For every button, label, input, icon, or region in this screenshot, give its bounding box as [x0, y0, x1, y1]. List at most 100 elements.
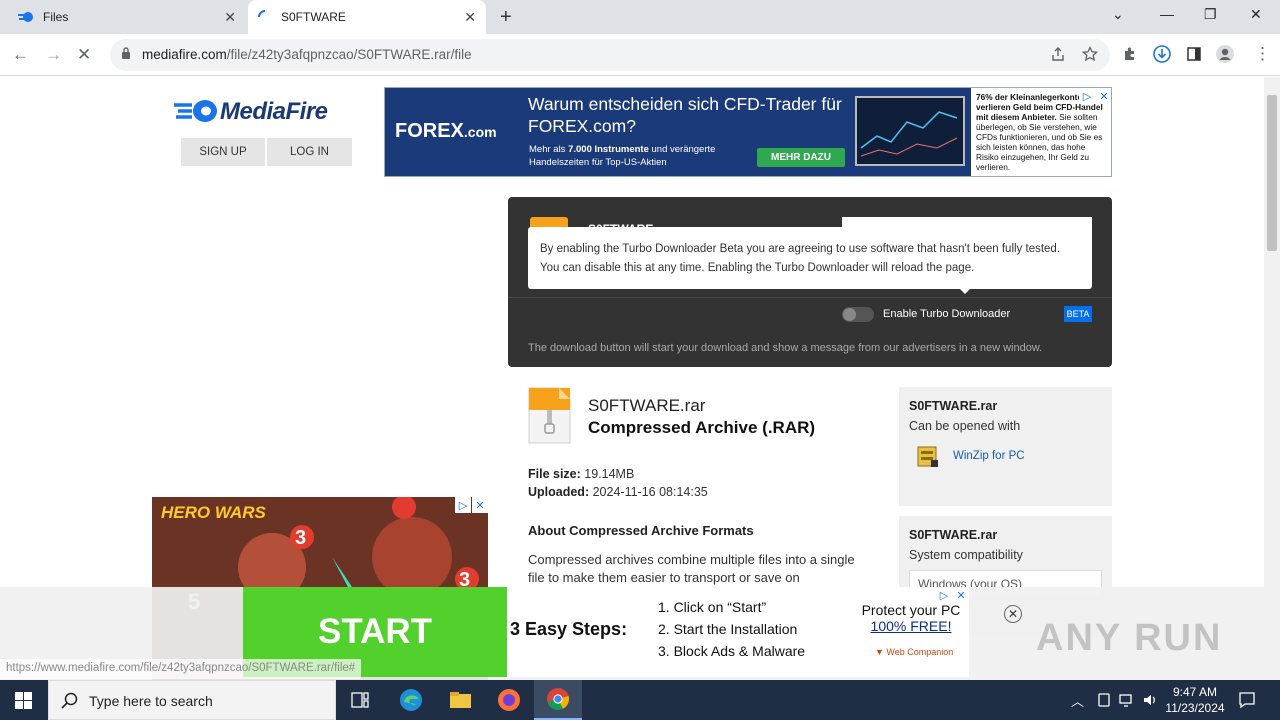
- lock-icon[interactable]: [121, 47, 131, 59]
- mediafire-flame-icon: [174, 100, 217, 122]
- ad-cta-button[interactable]: MEHR DAZU: [757, 148, 845, 167]
- forex-ad-banner[interactable]: FOREX.com Warum entscheiden sich CFD-Tra…: [384, 87, 1112, 177]
- file-uploaded: Uploaded: 2024-11-16 08:14:35: [528, 485, 708, 499]
- file-size: File size: 19.14MB: [528, 467, 634, 481]
- volume-icon[interactable]: [1142, 692, 1158, 708]
- share-icon[interactable]: [1050, 46, 1066, 62]
- tab-search-chevron-icon[interactable]: ⌄: [1112, 6, 1124, 23]
- url-host: mediafire.com: [142, 47, 227, 62]
- anyrun-watermark: ANY RUN: [1036, 617, 1223, 659]
- taskbar-search-box[interactable]: Type here to search: [48, 680, 336, 720]
- step-item: 3. Block Ads & Malware: [658, 643, 806, 659]
- web-companion-logo: ▼ Web Companion: [875, 647, 954, 657]
- winzip-label: WinZip for PC: [953, 450, 1025, 462]
- clock-time: 9:47 AM: [1172, 685, 1218, 699]
- close-sticky-ad-icon[interactable]: ✕: [1004, 605, 1022, 623]
- card-label: System compatibility: [909, 548, 1023, 562]
- file-size-label: File size:: [528, 467, 581, 481]
- profile-avatar-icon[interactable]: [1215, 44, 1235, 64]
- loading-spinner-icon: [258, 10, 266, 18]
- step-item: 1. Click on “Start”: [658, 599, 767, 615]
- search-icon: [61, 692, 78, 709]
- steps-list: 1. Click on “Start” 2. Start the Install…: [658, 596, 805, 662]
- opened-with-card: S0FTWARE.rar Can be opened with WinZip f…: [899, 387, 1112, 506]
- card-label: Can be opened with: [909, 419, 1021, 433]
- logo-text: MediaFire: [220, 98, 328, 125]
- page-scrollbar[interactable]: [1264, 77, 1280, 680]
- rar-file-icon: [528, 387, 571, 444]
- download-icon[interactable]: [1153, 45, 1171, 63]
- vendor-name: Web Companion: [886, 647, 954, 657]
- turbo-downloader-label: Enable Turbo Downloader: [883, 308, 1011, 320]
- hero-wars-logo: HERO WARS: [161, 503, 266, 522]
- back-icon[interactable]: ←: [12, 45, 29, 65]
- download-note: The download button will start your down…: [528, 342, 1043, 354]
- ad-close-icon[interactable]: ✕: [953, 587, 969, 603]
- notification-icon[interactable]: [1238, 691, 1256, 709]
- clock-date: 11/23/2024: [1165, 701, 1225, 715]
- restore-icon[interactable]: ❐: [1204, 6, 1217, 23]
- extensions-icon[interactable]: [1122, 46, 1138, 62]
- windows-start-icon[interactable]: [15, 692, 32, 709]
- scrollbar-thumb[interactable]: [1267, 95, 1277, 251]
- task-view-icon[interactable]: [345, 685, 375, 715]
- tab-title: S0FTWARE: [281, 10, 346, 24]
- file-explorer-icon[interactable]: [445, 685, 475, 715]
- adchoices-icon[interactable]: ▷: [455, 497, 471, 513]
- tray-device-icon[interactable]: [1096, 692, 1112, 708]
- page-viewport: MediaFire SIGN UP LOG IN FOREX.com Warum…: [0, 77, 1264, 680]
- winzip-link[interactable]: WinZip for PC: [909, 443, 1102, 469]
- step-item: 2. Start the Installation: [658, 621, 798, 637]
- mediafire-logo[interactable]: MediaFire: [172, 97, 352, 127]
- stop-loading-icon[interactable]: ✕: [77, 45, 91, 65]
- tab-strip: Files ✕ S0FTWARE ✕ + ⌄ — ❐ ✕: [0, 0, 1280, 34]
- firefox-icon[interactable]: [494, 685, 524, 715]
- file-name: S0FTWARE.rar: [588, 396, 706, 415]
- winzip-icon: [917, 446, 938, 467]
- chrome-icon: [547, 688, 570, 710]
- bookmark-star-icon[interactable]: [1082, 46, 1098, 62]
- side-panel-icon[interactable]: [1186, 46, 1202, 62]
- url-text: mediafire.com/file/z42ty3afqpnzcao/S0FTW…: [142, 47, 472, 62]
- file-type: Compressed Archive (.RAR): [588, 418, 816, 437]
- adchoices-icon[interactable]: ▷: [936, 587, 952, 603]
- file-uploaded-value: 2024-11-16 08:14:35: [592, 485, 708, 499]
- tab-files[interactable]: Files ✕: [8, 0, 246, 34]
- turbo-downloader-toggle[interactable]: [842, 307, 874, 322]
- tray-chevron-icon[interactable]: ︿: [1071, 691, 1084, 710]
- card-file-name: S0FTWARE.rar: [909, 528, 998, 542]
- steps-heading: 3 Easy Steps:: [510, 619, 628, 639]
- close-tab-icon[interactable]: ✕: [464, 9, 476, 26]
- free-line: 100% FREE!: [870, 618, 952, 634]
- url-path: /file/z42ty3afqpnzcao/S0FTWARE.rar/file: [226, 47, 472, 62]
- forward-icon[interactable]: →: [45, 45, 62, 65]
- toggle-knob: [843, 308, 856, 321]
- ad-sub-bold: 7.000 Instrumente: [568, 144, 649, 155]
- address-bar[interactable]: mediafire.com/file/z42ty3afqpnzcao/S0FTW…: [110, 39, 1110, 71]
- tab-software[interactable]: S0FTWARE ✕: [248, 0, 486, 34]
- file-size-value: 19.14MB: [584, 467, 635, 481]
- log-in-button[interactable]: LOG IN: [267, 138, 352, 166]
- browser-toolbar: ← → ✕ mediafire.com/file/z42ty3afqpnzcao…: [0, 34, 1280, 76]
- new-tab-icon[interactable]: +: [500, 6, 512, 29]
- network-icon[interactable]: [1119, 692, 1135, 708]
- adchoices-icon[interactable]: ▷: [1079, 88, 1095, 104]
- edge-icon[interactable]: [396, 685, 426, 715]
- forex-brand: FOREX: [395, 120, 464, 142]
- about-description: Compressed archives combine multiple fil…: [528, 552, 855, 585]
- ad-subtext: Mehr als 7.000 Instrumente und verängert…: [529, 143, 759, 169]
- sign-up-button[interactable]: SIGN UP: [181, 138, 265, 166]
- close-tab-icon[interactable]: ✕: [224, 9, 236, 26]
- minimize-icon[interactable]: —: [1160, 6, 1174, 22]
- forex-brand-suffix: .com: [463, 124, 497, 140]
- protect-line: Protect your PC: [861, 602, 961, 618]
- ad-close-icon[interactable]: ✕: [472, 497, 488, 513]
- about-heading: About Compressed Archive Formats: [528, 523, 754, 538]
- chrome-taskbar-button[interactable]: [534, 680, 582, 720]
- system-clock[interactable]: 9:47 AM 11/23/2024: [1164, 684, 1226, 716]
- tooltip-text: By enabling the Turbo Downloader Beta yo…: [540, 243, 1061, 274]
- close-window-icon[interactable]: ✕: [1250, 6, 1262, 23]
- ad-close-icon[interactable]: ✕: [1096, 88, 1111, 104]
- menu-kebab-icon[interactable]: ⋮: [1254, 44, 1271, 64]
- file-uploaded-label: Uploaded:: [528, 485, 590, 499]
